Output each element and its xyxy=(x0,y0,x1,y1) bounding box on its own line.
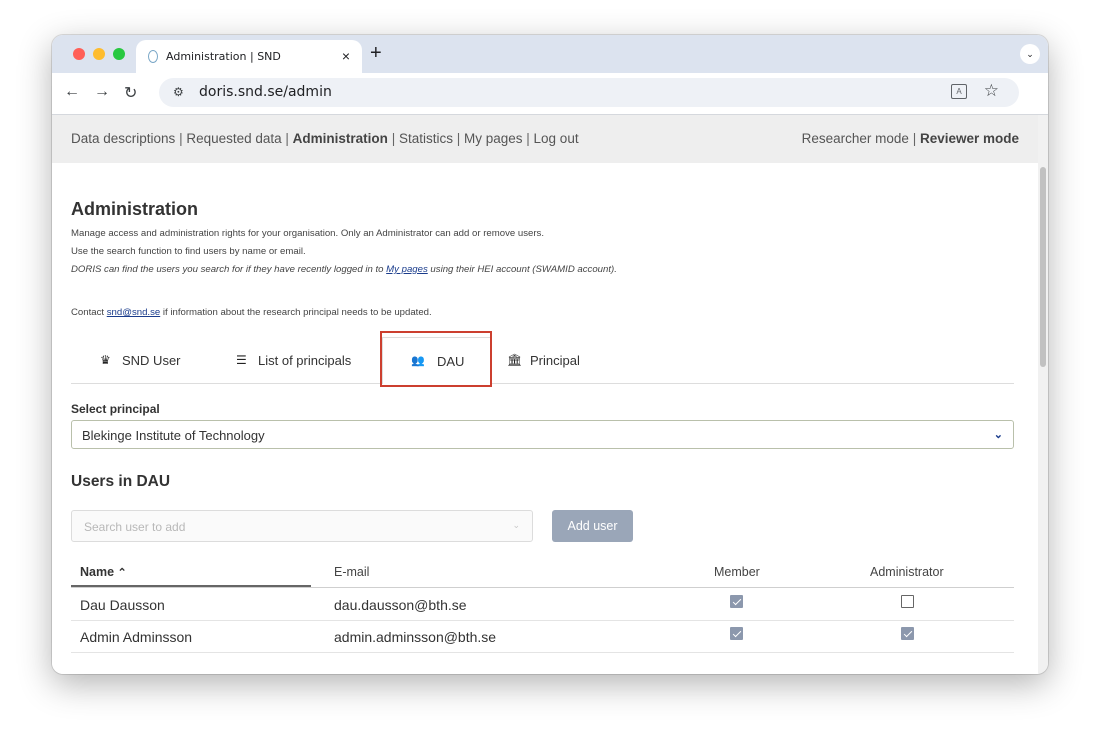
address-bar[interactable]: ⚙ doris.snd.se/admin A ☆ xyxy=(159,78,1019,107)
sort-underline xyxy=(71,585,311,587)
crown-icon: ♛ xyxy=(100,353,111,367)
main-nav: Data descriptions | Requested data | Adm… xyxy=(71,131,579,146)
mode-link-reviewer-mode[interactable]: Reviewer mode xyxy=(920,131,1019,146)
site-top-nav: Data descriptions | Requested data | Adm… xyxy=(52,115,1038,163)
reload-icon[interactable]: ↻ xyxy=(124,83,137,103)
chevron-down-icon: ⌄ xyxy=(993,429,1003,441)
doris-help-post: using their HEI account (SWAMID account)… xyxy=(427,264,617,275)
bookmark-star-icon[interactable]: ☆ xyxy=(984,81,999,101)
tab-strip: Administration | SND × + ⌄ xyxy=(52,35,1048,73)
page-title: Administration xyxy=(71,199,199,219)
nav-separator: | xyxy=(387,131,399,146)
nav-link-data-descriptions[interactable]: Data descriptions xyxy=(71,131,175,146)
mode-link-researcher-mode[interactable]: Researcher mode xyxy=(802,131,909,146)
search-help-text: Use the search function to find users by… xyxy=(71,246,306,257)
dau-tab-highlight xyxy=(380,331,492,387)
column-header-member[interactable]: Member xyxy=(714,565,760,579)
users-table-header: Name ⌃ E-mail Member Administrator xyxy=(71,558,1014,588)
nav-link-administration[interactable]: Administration xyxy=(293,131,388,146)
sort-ascending-icon[interactable]: ⌃ xyxy=(118,567,127,579)
url-text[interactable]: doris.snd.se/admin xyxy=(199,84,332,100)
browser-toolbar: ← → ↻ ⚙ doris.snd.se/admin A ☆ xyxy=(52,73,1048,115)
doris-help-pre: DORIS can find the users you search for … xyxy=(71,264,387,275)
user-email: admin.adminsson@bth.se xyxy=(334,629,497,645)
tab-snd-user[interactable]: ♛ SND User xyxy=(80,337,181,383)
administrator-checkbox[interactable] xyxy=(901,595,914,608)
tab-search-menu-button[interactable]: ⌄ xyxy=(1020,44,1040,64)
principal-select[interactable]: Blekinge Institute of Technology ⌄ xyxy=(71,420,1014,449)
table-row: Dau Dausson dau.dausson@bth.se xyxy=(71,589,1014,621)
user-search-field[interactable]: ⌄ xyxy=(71,510,533,542)
browser-tab[interactable]: Administration | SND × xyxy=(136,40,362,73)
member-checkbox[interactable] xyxy=(730,595,743,608)
users-section-title: Users in DAU xyxy=(71,473,171,490)
administrator-checkbox[interactable] xyxy=(901,627,914,640)
nav-separator: | xyxy=(175,131,187,146)
contact-email-link[interactable]: snd@snd.se xyxy=(107,307,160,318)
institution-icon: 🏛 xyxy=(507,353,523,367)
my-pages-link[interactable]: My pages xyxy=(386,264,428,275)
doris-help-text: DORIS can find the users you search for … xyxy=(71,264,617,275)
chevron-down-icon[interactable]: ⌄ xyxy=(512,520,520,531)
list-icon: ☰ xyxy=(236,353,247,367)
table-row: Admin Adminsson admin.adminsson@bth.se xyxy=(71,621,1014,653)
principal-select-value: Blekinge Institute of Technology xyxy=(82,428,265,443)
nav-separator: | xyxy=(908,131,920,146)
close-window-button[interactable] xyxy=(73,48,85,60)
column-header-name-label: Name xyxy=(80,565,115,579)
nav-link-log-out[interactable]: Log out xyxy=(534,131,579,146)
user-email: dau.dausson@bth.se xyxy=(334,597,467,613)
page-scrollbar[interactable] xyxy=(1038,115,1048,674)
nav-separator: | xyxy=(522,131,534,146)
nav-separator: | xyxy=(452,131,464,146)
user-name: Dau Dausson xyxy=(80,597,165,613)
site-favicon-icon xyxy=(148,50,158,63)
nav-link-requested-data[interactable]: Requested data xyxy=(186,131,281,146)
select-principal-label: Select principal xyxy=(71,402,160,416)
member-checkbox[interactable] xyxy=(730,627,743,640)
tab-close-icon[interactable]: × xyxy=(342,48,350,64)
user-search-input[interactable] xyxy=(82,519,486,535)
contact-pre: Contact xyxy=(71,307,107,318)
column-header-email[interactable]: E-mail xyxy=(334,565,369,579)
nav-link-statistics[interactable]: Statistics xyxy=(399,131,453,146)
translate-icon[interactable]: A xyxy=(951,84,967,99)
column-header-administrator[interactable]: Administrator xyxy=(870,565,944,579)
page-content: Data descriptions | Requested data | Adm… xyxy=(52,115,1038,674)
browser-window: Administration | SND × + ⌄ ← → ↻ ⚙ doris… xyxy=(52,35,1048,674)
minimize-window-button[interactable] xyxy=(93,48,105,60)
admin-tabs: ♛ SND User ☰ List of principals 👥 DAU 🏛 … xyxy=(71,337,1014,384)
tab-principal[interactable]: 🏛 Principal xyxy=(507,337,617,383)
admin-description: Manage access and administration rights … xyxy=(71,228,544,239)
scrollbar-thumb[interactable] xyxy=(1040,167,1046,367)
add-user-button[interactable]: Add user xyxy=(552,510,633,542)
site-settings-icon[interactable]: ⚙ xyxy=(173,85,184,99)
contact-text: Contact snd@snd.se if information about … xyxy=(71,307,432,318)
nav-link-my-pages[interactable]: My pages xyxy=(464,131,523,146)
tab-label: List of principals xyxy=(258,353,352,368)
column-header-name[interactable]: Name ⌃ xyxy=(80,565,127,579)
tab-label: Principal xyxy=(530,353,580,368)
user-name: Admin Adminsson xyxy=(80,629,193,645)
tab-title: Administration | SND xyxy=(166,50,281,63)
tab-label: SND User xyxy=(122,353,181,368)
tab-list-of-principals[interactable]: ☰ List of principals xyxy=(216,337,366,383)
new-tab-button[interactable]: + xyxy=(370,42,382,65)
mode-nav: Researcher mode | Reviewer mode xyxy=(802,131,1019,146)
contact-post: if information about the research princi… xyxy=(160,307,432,318)
back-arrow-icon[interactable]: ← xyxy=(64,83,80,101)
nav-separator: | xyxy=(281,131,293,146)
maximize-window-button[interactable] xyxy=(113,48,125,60)
forward-arrow-icon[interactable]: → xyxy=(94,83,110,101)
